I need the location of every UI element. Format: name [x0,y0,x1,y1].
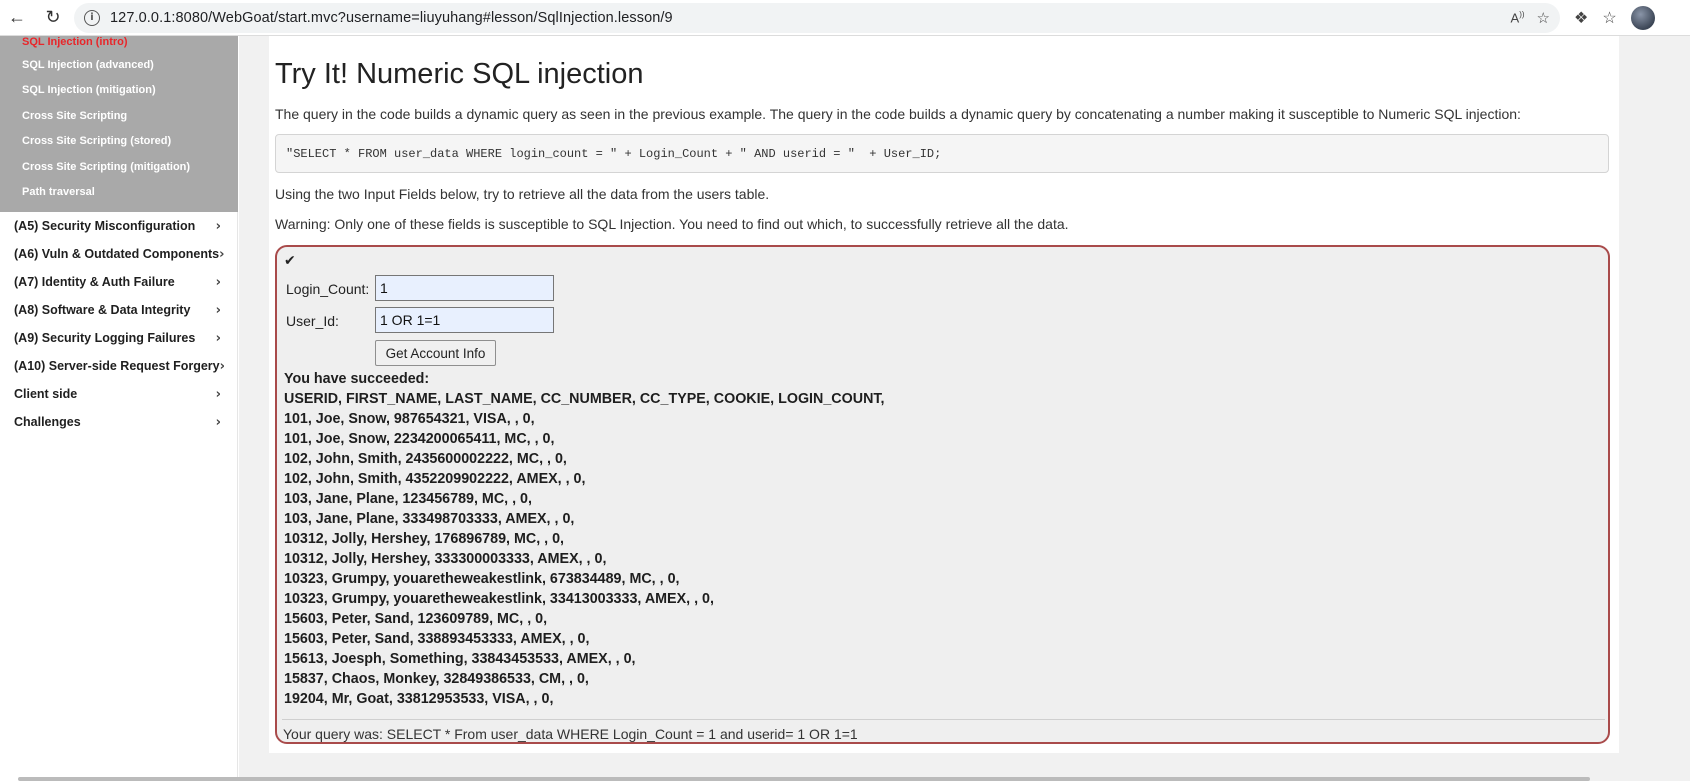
chevron-right-icon: › [215,414,221,430]
info-icon[interactable]: i [84,9,100,26]
sidebar-item-a5[interactable]: (A5) Security Misconfiguration › [0,212,237,240]
read-aloud-icon[interactable]: A)) [1511,10,1525,25]
submenu-item-sql-injection-mitigation[interactable]: SQL Injection (mitigation) [0,78,238,104]
user-id-input[interactable] [375,307,554,333]
get-account-info-button[interactable]: Get Account Info [375,340,496,366]
sidebar-item-label: (A9) Security Logging Failures [14,331,196,345]
lesson-content: Try It! Numeric SQL injection The query … [269,36,1619,753]
sidebar-item-label: (A5) Security Misconfiguration [14,219,196,233]
result-row: 101, Joe, Snow, 987654321, VISA, , 0, [284,411,535,427]
profile-avatar[interactable] [1630,5,1655,30]
sidebar-item-a9[interactable]: (A9) Security Logging Failures › [0,324,237,352]
chevron-right-icon: › [219,246,225,262]
lesson-sidebar: SQL Injection (intro) SQL Injection (adv… [0,36,238,781]
check-icon: ✔ [284,253,296,269]
sidebar-submenu: SQL Injection (intro) SQL Injection (adv… [0,36,238,212]
chevron-right-icon: › [215,218,221,234]
chevron-right-icon: › [215,386,221,402]
attack-form-container: ✔ Login_Count: User_Id: Get Account Info… [275,245,1610,744]
sidebar-item-challenges[interactable]: Challenges › [0,408,237,436]
horizontal-scrollbar[interactable] [18,777,1590,781]
url-text[interactable]: 127.0.0.1:8080/WebGoat/start.mvc?usernam… [110,10,673,26]
result-row: 10312, Jolly, Hershey, 333300003333, AME… [284,551,607,567]
browser-toolbar: ← ↻ i 127.0.0.1:8080/WebGoat/start.mvc?u… [0,0,1690,36]
arrow-left-icon: ← [8,7,26,27]
result-row: 15837, Chaos, Monkey, 32849386533, CM, ,… [284,671,589,687]
code-snippet: "SELECT * FROM user_data WHERE login_cou… [275,134,1609,173]
submenu-item-path-traversal[interactable]: Path traversal [0,180,238,206]
lesson-warning: Warning: Only one of these fields is sus… [275,216,1069,232]
result-row: 15613, Joesph, Something, 33843453533, A… [284,651,636,667]
page-title: Try It! Numeric SQL injection [275,58,644,90]
sidebar-item-label: (A8) Software & Data Integrity [14,303,191,317]
sidebar-item-label: Client side [14,387,78,401]
result-row: 102, John, Smith, 2435600002222, MC, , 0… [284,451,567,467]
sidebar-item-label: (A7) Identity & Auth Failure [14,275,175,289]
main-area: Try It! Numeric SQL injection The query … [239,36,1690,781]
submenu-item-xss[interactable]: Cross Site Scripting [0,103,238,129]
sidebar-item-client-side[interactable]: Client side › [0,380,237,408]
result-row: 15603, Peter, Sand, 338893453333, AMEX, … [284,631,590,647]
sidebar-item-a6[interactable]: (A6) Vuln & Outdated Components › [0,240,237,268]
result-output: You have succeeded: USERID, FIRST_NAME, … [284,369,885,709]
chevron-right-icon: › [219,358,225,374]
result-row: 101, Joe, Snow, 2234200065411, MC, , 0, [284,431,555,447]
result-row: 103, Jane, Plane, 333498703333, AMEX, , … [284,511,575,527]
login-count-input[interactable] [375,275,554,301]
reload-button[interactable]: ↻ [38,3,68,33]
result-row: 102, John, Smith, 4352209902222, AMEX, ,… [284,471,586,487]
login-count-label: Login_Count: [286,281,370,297]
lesson-instruction: Using the two Input Fields below, try to… [275,186,770,202]
result-row: 15603, Peter, Sand, 123609789, MC, , 0, [284,611,548,627]
divider [282,719,1605,720]
result-row: 10323, Grumpy, youaretheweakestlink, 673… [284,571,680,587]
address-bar[interactable]: i 127.0.0.1:8080/WebGoat/start.mvc?usern… [74,2,1560,33]
sidebar-item-a7[interactable]: (A7) Identity & Auth Failure › [0,268,237,296]
sidebar-item-a10[interactable]: (A10) Server-side Request Forgery › [0,352,237,380]
chevron-right-icon: › [215,274,221,290]
sidebar-item-a8[interactable]: (A8) Software & Data Integrity › [0,296,237,324]
chevron-right-icon: › [215,330,221,346]
favorite-star-icon[interactable]: ☆ [1537,9,1550,27]
submenu-item-sql-injection-advanced[interactable]: SQL Injection (advanced) [0,52,238,78]
result-row: 103, Jane, Plane, 123456789, MC, , 0, [284,491,532,507]
sidebar-item-label: (A10) Server-side Request Forgery [14,359,220,373]
submenu-item-xss-stored[interactable]: Cross Site Scripting (stored) [0,129,238,155]
result-header: USERID, FIRST_NAME, LAST_NAME, CC_NUMBER… [284,391,885,407]
result-row: 19204, Mr, Goat, 33812953533, VISA, , 0, [284,691,554,707]
user-id-label: User_Id: [286,313,339,329]
sidebar-item-label: Challenges [14,415,81,429]
chevron-right-icon: › [215,302,221,318]
submenu-item-sql-injection-intro[interactable]: SQL Injection (intro) [0,36,238,52]
submenu-item-xss-mitigation[interactable]: Cross Site Scripting (mitigation) [0,154,238,180]
result-row: 10312, Jolly, Hershey, 176896789, MC, , … [284,531,565,547]
executed-query: Your query was: SELECT * From user_data … [283,726,858,742]
sidebar-item-label: (A6) Vuln & Outdated Components [14,247,220,261]
back-button[interactable]: ← [2,3,32,33]
result-row: 10323, Grumpy, youaretheweakestlink, 334… [284,591,714,607]
favorites-icon[interactable]: ☆ [1602,8,1616,28]
reload-icon: ↻ [45,7,61,27]
lesson-intro: The query in the code builds a dynamic q… [275,106,1521,122]
extensions-icon[interactable]: ❖ [1574,8,1588,28]
success-message: You have succeeded: [284,371,430,387]
